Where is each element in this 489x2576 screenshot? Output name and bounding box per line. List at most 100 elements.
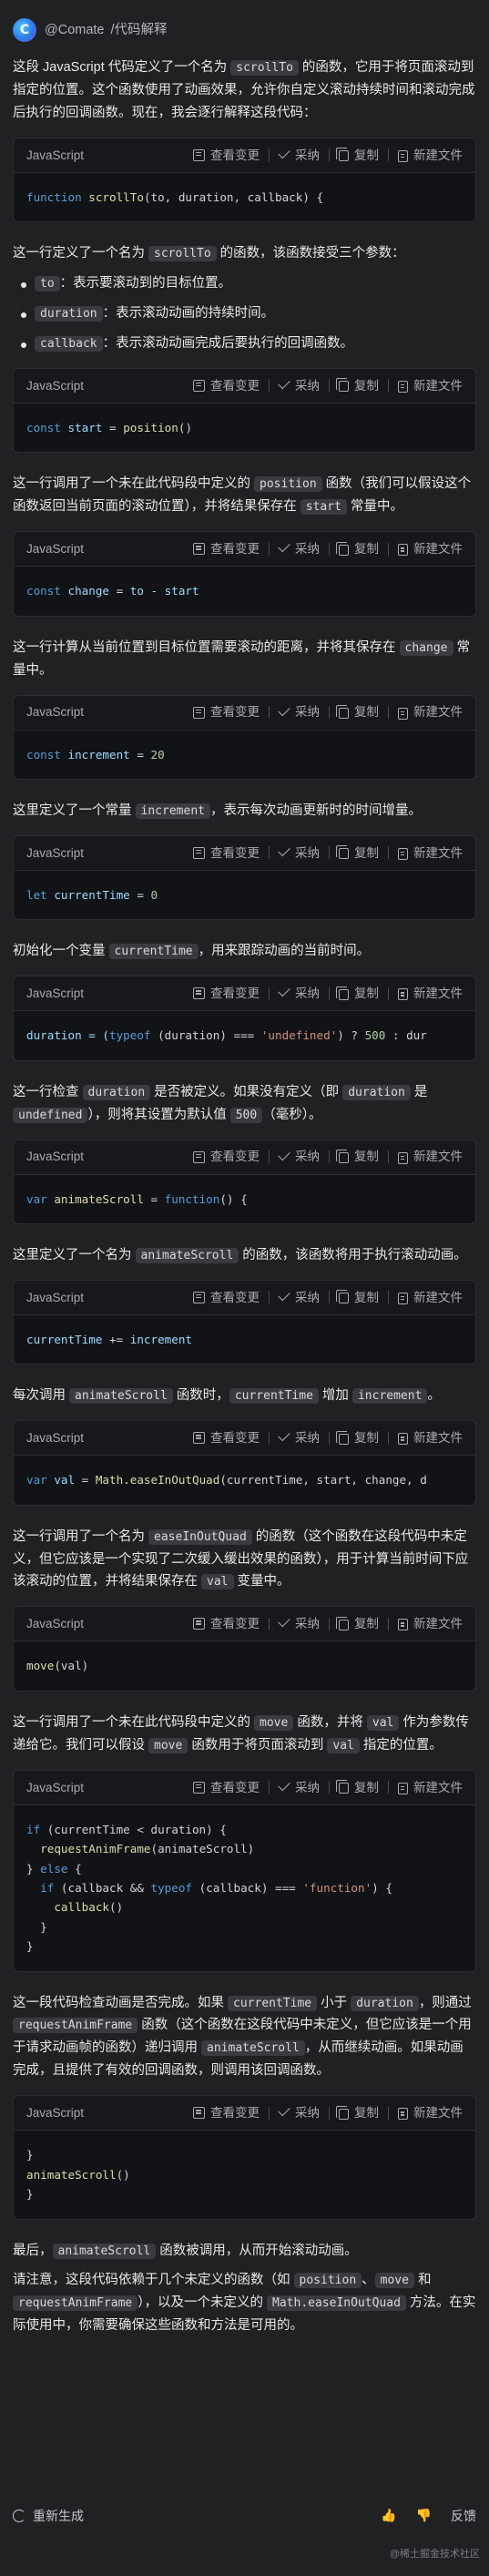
- adopt-button[interactable]: 采纳: [278, 701, 320, 722]
- copy-button[interactable]: 复制: [336, 375, 379, 396]
- copy-icon: [336, 845, 349, 860]
- code-content: move(val): [26, 1659, 89, 1673]
- copy-button[interactable]: 复制: [336, 983, 379, 1004]
- new-file-button[interactable]: 新建文件: [398, 1777, 463, 1798]
- adopt-button[interactable]: 采纳: [278, 145, 320, 166]
- view-changes-button[interactable]: 查看变更: [193, 145, 260, 166]
- new-file-icon: [398, 1433, 408, 1446]
- check-icon: [278, 1288, 290, 1302]
- copy-button[interactable]: 复制: [336, 2102, 379, 2123]
- code-block: JavaScript 查看变更 采纳 复制 新建文件 if (currentTi…: [13, 1769, 476, 1972]
- new-file-button[interactable]: 新建文件: [398, 1613, 463, 1634]
- copy-button[interactable]: 复制: [336, 538, 379, 559]
- new-file-button[interactable]: 新建文件: [398, 1146, 463, 1167]
- code-toolbar: JavaScript 查看变更 采纳 复制 新建文件: [14, 138, 475, 173]
- code-block: JavaScript 查看变更 采纳 复制 新建文件 move(val): [13, 1606, 476, 1692]
- code-language: JavaScript: [26, 986, 85, 1001]
- new-file-button[interactable]: 新建文件: [398, 538, 463, 559]
- new-file-button[interactable]: 新建文件: [398, 1427, 463, 1448]
- diff-icon: [193, 2107, 205, 2120]
- adopt-button[interactable]: 采纳: [278, 538, 320, 559]
- new-file-button[interactable]: 新建文件: [398, 843, 463, 864]
- regenerate-button[interactable]: 重新生成: [13, 2505, 366, 2527]
- adopt-button[interactable]: 采纳: [278, 983, 320, 1004]
- copy-icon: [336, 1430, 349, 1445]
- check-icon: [278, 1428, 290, 1442]
- copy-icon: [336, 2105, 349, 2120]
- new-file-button[interactable]: 新建文件: [398, 701, 463, 722]
- thumbs-up-icon: 👍: [381, 2508, 397, 2523]
- adopt-button[interactable]: 采纳: [278, 843, 320, 864]
- copy-button[interactable]: 复制: [336, 701, 379, 722]
- diff-icon: [193, 543, 205, 556]
- code-block: JavaScript 查看变更 采纳 复制 新建文件 var val = Mat…: [13, 1420, 476, 1506]
- copy-button[interactable]: 复制: [336, 1287, 379, 1308]
- adopt-button[interactable]: 采纳: [278, 2102, 320, 2123]
- code-toolbar: JavaScript 查看变更 采纳 复制 新建文件: [14, 695, 475, 731]
- code-language: JavaScript: [26, 542, 85, 557]
- explanation-paragraph: 这一行计算从当前位置到目标位置需要滚动的距离，并将其保存在 change 常量中…: [13, 639, 471, 678]
- adopt-button[interactable]: 采纳: [278, 1287, 320, 1308]
- code-language: JavaScript: [26, 1290, 85, 1304]
- explanation-paragraph: 这一行检查 duration 是否被定义。如果没有定义（即 duration 是…: [13, 1084, 428, 1123]
- code-toolbar: JavaScript 查看变更 采纳 复制 新建文件: [14, 1140, 475, 1175]
- explanation-paragraph: 每次调用 animateScroll 函数时， currentTime 增加 in…: [13, 1388, 441, 1405]
- dislike-button[interactable]: 👎: [416, 2505, 436, 2527]
- new-file-button[interactable]: 新建文件: [398, 1287, 463, 1308]
- view-changes-button[interactable]: 查看变更: [193, 701, 260, 722]
- thumbs-down-icon: 👎: [415, 2508, 432, 2523]
- code-content: let currentTime = 0: [26, 887, 158, 902]
- check-icon: [278, 1615, 290, 1628]
- code-content: const change = to - start: [26, 584, 199, 598]
- copy-button[interactable]: 复制: [336, 145, 379, 166]
- new-file-button[interactable]: 新建文件: [398, 2102, 463, 2123]
- code-block: JavaScript 查看变更 采纳 复制 新建文件 let currentTi…: [13, 834, 476, 921]
- view-changes-button[interactable]: 查看变更: [193, 1287, 260, 1308]
- code-content: currentTime += increment: [26, 1332, 192, 1346]
- new-file-icon: [398, 1782, 408, 1794]
- adopt-button[interactable]: 采纳: [278, 1613, 320, 1634]
- watermark: @稀土掘金技术社区: [389, 2549, 480, 2560]
- adopt-button[interactable]: 采纳: [278, 1146, 320, 1167]
- view-changes-button[interactable]: 查看变更: [193, 843, 260, 864]
- refresh-icon: [13, 2509, 25, 2522]
- copy-icon: [336, 705, 349, 720]
- view-changes-button[interactable]: 查看变更: [193, 983, 260, 1004]
- like-button[interactable]: 👍: [381, 2505, 401, 2527]
- code-toolbar: JavaScript 查看变更 采纳 复制 新建文件: [14, 368, 475, 404]
- code-block: JavaScript 查看变更 采纳 复制 新建文件 const start =…: [13, 367, 476, 454]
- code-block: JavaScript 查看变更 采纳 复制 新建文件 const change …: [13, 531, 476, 617]
- adopt-button[interactable]: 采纳: [278, 1777, 320, 1798]
- new-file-icon: [398, 380, 408, 393]
- adopt-button[interactable]: 采纳: [278, 375, 320, 396]
- new-file-button[interactable]: 新建文件: [398, 375, 463, 396]
- view-changes-button[interactable]: 查看变更: [193, 1777, 260, 1798]
- code-content: } animateScroll()}: [26, 2148, 130, 2202]
- note-paragraph: 请注意，这段代码依赖于几个未定义的函数（如 position、 move 和 re…: [13, 2273, 476, 2334]
- intro-paragraph: 这段 JavaScript 代码定义了一个名为 scrollTo 的函数，它用于…: [13, 60, 475, 120]
- code-block: JavaScript 查看变更 采纳 复制 新建文件 } animateScrol…: [13, 2095, 476, 2220]
- code-language: JavaScript: [26, 1150, 85, 1164]
- new-file-icon: [398, 1292, 408, 1304]
- view-changes-button[interactable]: 查看变更: [193, 1613, 260, 1634]
- new-file-button[interactable]: 新建文件: [398, 145, 463, 166]
- view-changes-button[interactable]: 查看变更: [193, 1427, 260, 1448]
- new-file-icon: [398, 1619, 408, 1631]
- view-changes-button[interactable]: 查看变更: [193, 1146, 260, 1167]
- copy-button[interactable]: 复制: [336, 1613, 379, 1634]
- message-footer: 重新生成 👍 👎 反馈: [13, 2499, 476, 2532]
- view-changes-button[interactable]: 查看变更: [193, 2102, 260, 2123]
- new-file-icon: [398, 149, 408, 162]
- copy-button[interactable]: 复制: [336, 1427, 379, 1448]
- copy-button[interactable]: 复制: [336, 1777, 379, 1798]
- explanation-paragraph: 初始化一个变量 currentTime ，用来跟踪动画的当前时间。: [13, 944, 371, 960]
- new-file-button[interactable]: 新建文件: [398, 983, 463, 1004]
- view-changes-button[interactable]: 查看变更: [193, 375, 260, 396]
- view-changes-button[interactable]: 查看变更: [193, 538, 260, 559]
- feedback-button[interactable]: 反馈: [451, 2505, 476, 2527]
- explanation-paragraph: 这一行调用了一个未在此代码段中定义的 move 函数，并将 val 作为参数传递…: [13, 1714, 469, 1753]
- copy-button[interactable]: 复制: [336, 843, 379, 864]
- adopt-button[interactable]: 采纳: [278, 1427, 320, 1448]
- diff-icon: [193, 1150, 205, 1163]
- copy-button[interactable]: 复制: [336, 1146, 379, 1167]
